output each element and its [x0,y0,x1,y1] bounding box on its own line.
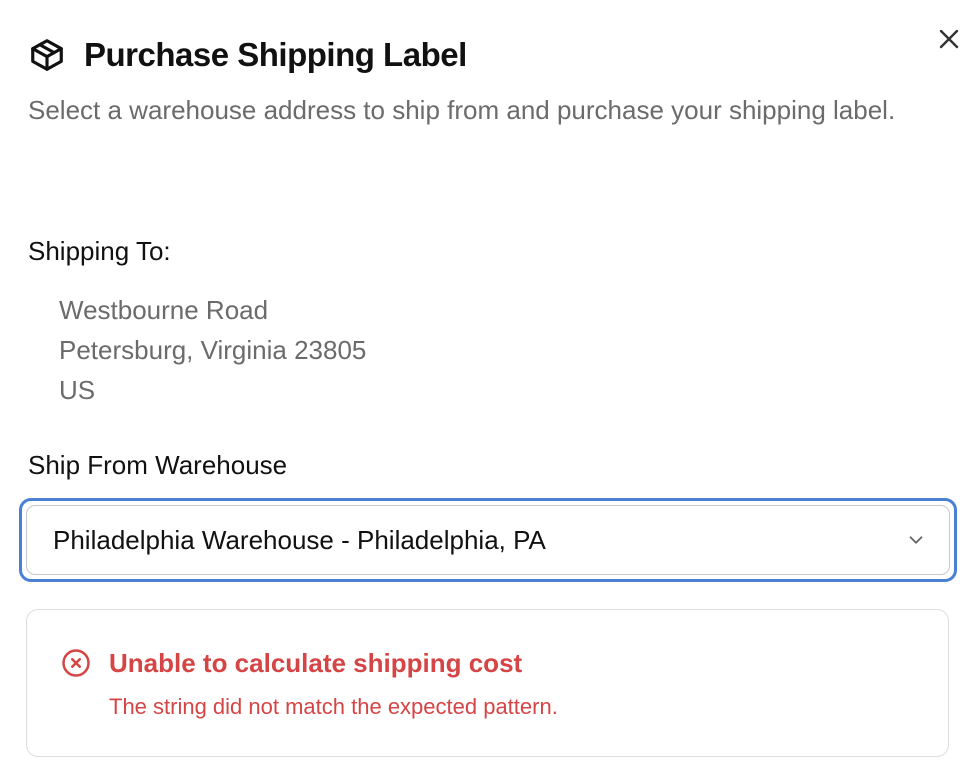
dialog-description: Select a warehouse address to ship from … [28,95,896,125]
close-icon [939,29,959,49]
error-message: The string did not match the expected pa… [109,694,558,719]
address-line: US [59,375,96,405]
purchase-shipping-label-dialog: Purchase Shipping Label Select a warehou… [0,0,980,766]
error-alert: Unable to calculate shipping cost The st… [26,609,949,757]
error-title: Unable to calculate shipping cost [109,648,523,678]
warehouse-select-value: Philadelphia Warehouse - Philadelphia, P… [53,524,546,555]
ship-from-warehouse-label: Ship From Warehouse [28,450,288,480]
dialog-header: Purchase Shipping Label [28,36,467,74]
shipping-address: Westbourne Road Petersburg, Virginia 238… [59,290,366,410]
shipping-to-label: Shipping To: [28,236,171,266]
address-line: Petersburg, Virginia 23805 [59,335,367,365]
close-button[interactable] [934,24,964,54]
warehouse-select[interactable]: Philadelphia Warehouse - Philadelphia, P… [26,505,950,575]
error-circle-x-icon [62,649,90,677]
chevron-down-icon [909,536,923,544]
warehouse-select-focus-ring: Philadelphia Warehouse - Philadelphia, P… [19,498,957,582]
address-line: Westbourne Road [59,295,269,325]
dialog-title: Purchase Shipping Label [84,36,467,73]
package-icon [28,36,66,74]
